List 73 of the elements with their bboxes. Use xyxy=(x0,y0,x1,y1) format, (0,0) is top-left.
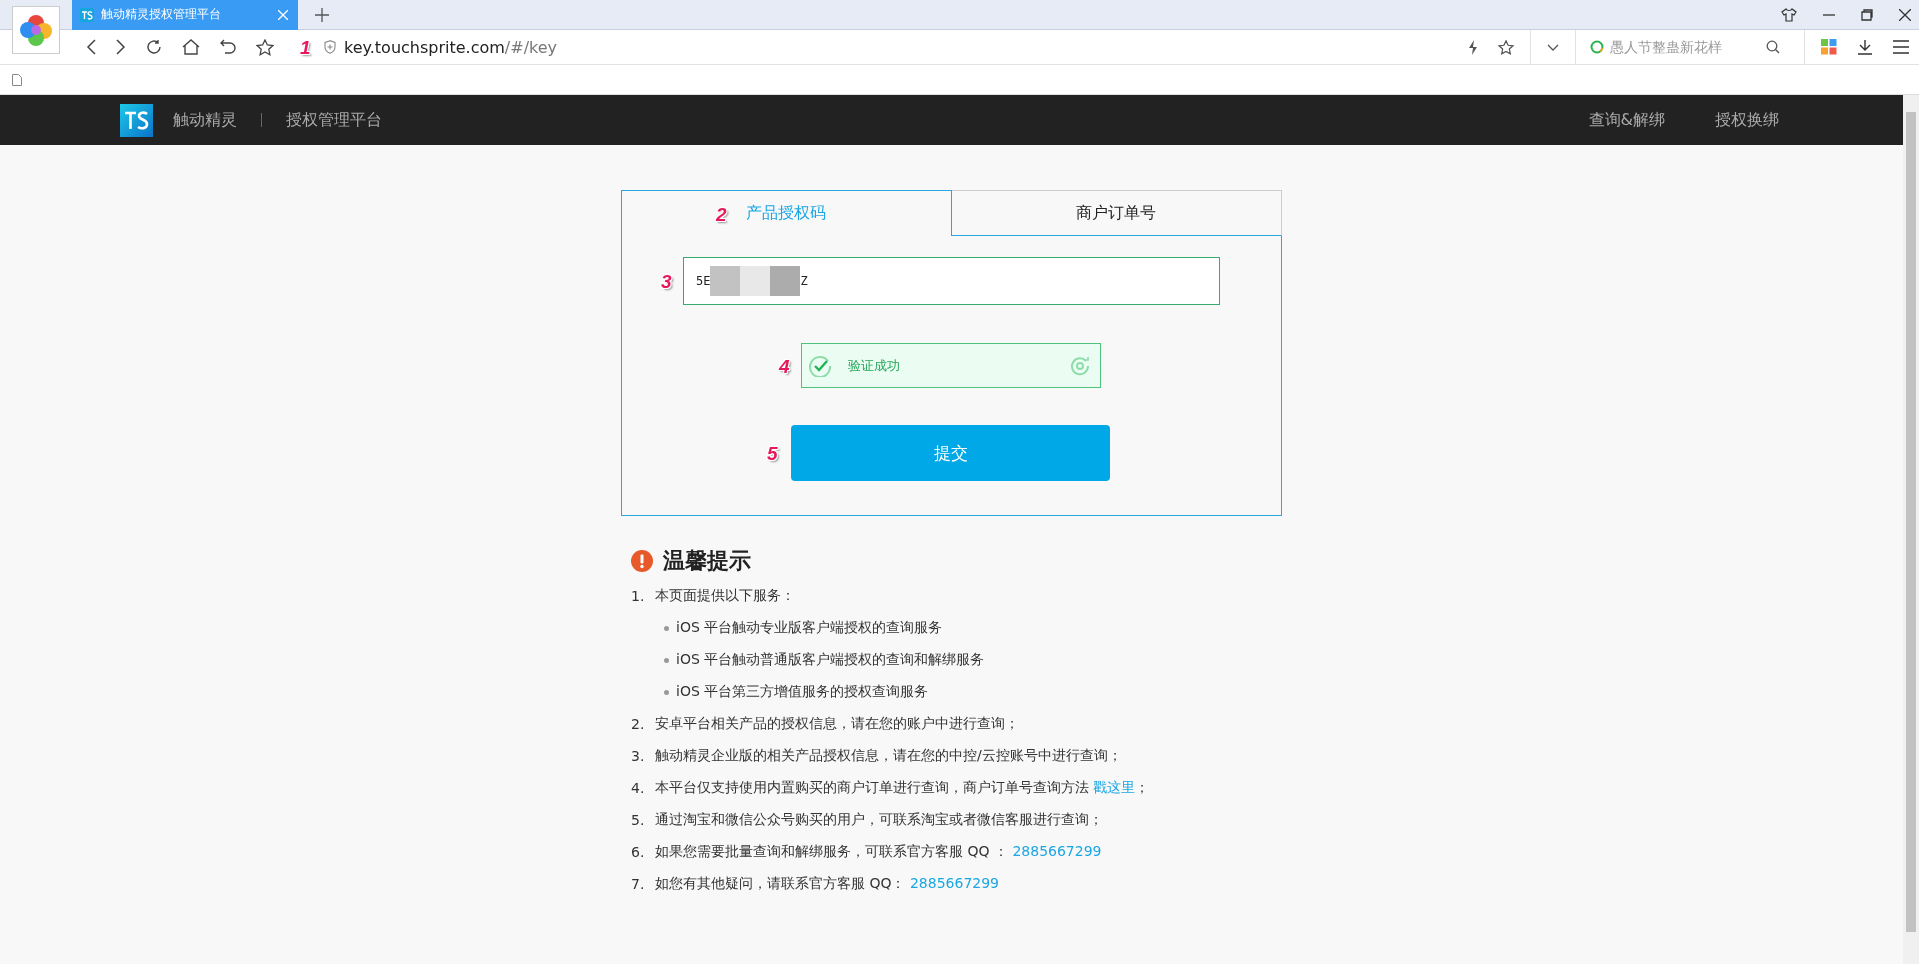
bullet-dot xyxy=(664,689,669,695)
undo-icon[interactable] xyxy=(220,39,236,55)
check-circle-icon xyxy=(809,354,831,377)
url-field[interactable]: key.touchsprite.com/#/key xyxy=(344,37,558,57)
tab-title: 触动精灵授权管理平台 xyxy=(101,6,222,23)
list-number: 5. xyxy=(631,812,646,828)
tips-heading: 温馨提示 xyxy=(663,547,751,575)
new-tab-icon[interactable] xyxy=(315,7,329,22)
lightning-icon[interactable] xyxy=(1468,39,1478,55)
field-value: 5E xyxy=(696,274,711,288)
back-icon[interactable] xyxy=(86,39,96,55)
search-field[interactable]: 愚人节整蛊新花样 xyxy=(1582,38,1798,56)
annotation-number: 1 xyxy=(300,37,311,57)
tip-text: 安卓平台相关产品的授权信息，请在您的账户中进行查询； xyxy=(655,715,1019,733)
star-icon[interactable] xyxy=(1498,39,1514,55)
menu-icon[interactable] xyxy=(1893,40,1909,54)
nav-link[interactable]: 授权换绑 xyxy=(1715,109,1779,131)
star-icon[interactable] xyxy=(256,38,274,56)
forward-icon[interactable] xyxy=(116,39,126,55)
tip-text: 通过淘宝和微信公众号购买的用户，可联系淘宝或者微信客服进行查询； xyxy=(655,811,1103,829)
search-icon[interactable] xyxy=(1766,40,1780,54)
tip-text: 如您有其他疑问，请联系官方客服 QQ： 2885667299 xyxy=(655,875,1000,893)
scrollbar-thumb[interactable] xyxy=(1906,112,1916,932)
link[interactable]: 2885667299 xyxy=(1012,843,1102,859)
annotation-number: 2 xyxy=(716,204,727,223)
close-icon[interactable] xyxy=(1899,8,1911,21)
bullet-dot xyxy=(664,657,669,663)
bullet-dot xyxy=(664,625,669,631)
document-icon[interactable] xyxy=(12,73,22,86)
brand-name[interactable]: 触动精灵 xyxy=(173,109,237,131)
browser-logo-icon[interactable] xyxy=(12,6,60,54)
ts-logo-icon[interactable] xyxy=(120,103,153,137)
tip-text: 本平台仅支持使用内置购买的商户订单进行查询，商户订单号查询方法 戳这里； xyxy=(655,779,1150,797)
platform-title: 授权管理平台 xyxy=(286,109,382,131)
close-tab-icon[interactable] xyxy=(278,9,288,20)
shield-icon[interactable] xyxy=(324,40,336,54)
tip-text: iOS 平台触动普通版客户端授权的查询和解绑服务 xyxy=(676,651,985,669)
tip-text: 触动精灵企业版的相关产品授权信息，请在您的中控/云控账号中进行查询； xyxy=(655,747,1122,765)
verification-box[interactable]: 验证成功 xyxy=(801,343,1101,388)
list-number: 2. xyxy=(631,716,646,732)
submit-button[interactable]: 提交 xyxy=(791,425,1110,481)
shirt-icon[interactable] xyxy=(1781,7,1797,22)
annotation-number: 5 xyxy=(767,443,778,463)
code-field[interactable]: 5E Z xyxy=(683,257,1220,305)
verification-status: 验证成功 xyxy=(848,356,901,375)
scrollbar[interactable] xyxy=(1903,95,1919,964)
reload-icon[interactable] xyxy=(146,39,162,55)
minimize-icon[interactable] xyxy=(1823,13,1835,16)
search-engine-icon xyxy=(1590,40,1604,54)
tip-text: 本页面提供以下服务： xyxy=(655,587,795,605)
link[interactable]: 戳这里 xyxy=(1093,779,1136,795)
list-number: 1. xyxy=(631,588,646,604)
apps-icon[interactable] xyxy=(1821,39,1837,55)
list-number: 6. xyxy=(631,844,646,860)
download-icon[interactable] xyxy=(1857,39,1873,55)
list-number: 7. xyxy=(631,876,646,892)
restore-icon[interactable] xyxy=(1861,8,1873,21)
list-number: 4. xyxy=(631,780,646,796)
site-favicon-icon xyxy=(80,7,94,22)
list-number: 3. xyxy=(631,748,646,764)
nav-link[interactable]: 查询&解绑 xyxy=(1588,109,1665,131)
field-value: Z xyxy=(800,274,808,288)
link[interactable]: 2885667299 xyxy=(909,875,1000,891)
tip-text: iOS 平台第三方增值服务的授权查询服务 xyxy=(676,683,929,701)
tip-text: iOS 平台触动专业版客户端授权的查询服务 xyxy=(676,619,943,637)
tab[interactable]: 商户订单号 xyxy=(951,190,1282,236)
browser-tab[interactable]: 触动精灵授权管理平台 xyxy=(72,0,298,30)
annotation-number: 4 xyxy=(779,356,790,375)
annotation-number: 3 xyxy=(661,271,672,291)
warning-icon xyxy=(631,550,653,572)
tip-text: 如果您需要批量查询和解绑服务，可联系官方客服 QQ ： 2885667299 xyxy=(655,843,1102,861)
home-icon[interactable] xyxy=(182,39,200,55)
dropdown-caret-icon[interactable] xyxy=(1547,43,1559,51)
